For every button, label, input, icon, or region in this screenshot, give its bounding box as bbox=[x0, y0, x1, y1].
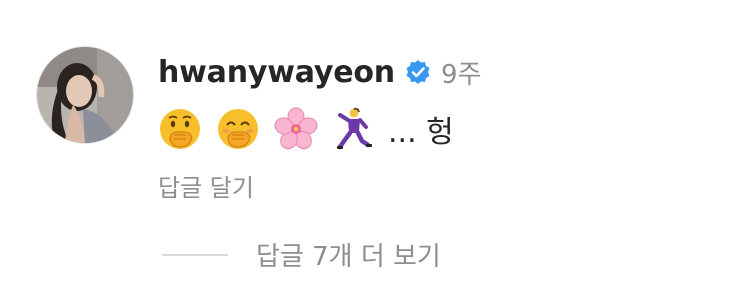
divider-line bbox=[162, 253, 228, 256]
view-more-replies-label: 답글 7개 더 보기 bbox=[256, 242, 441, 272]
reply-button[interactable]: 답글 달기 bbox=[158, 168, 254, 203]
comment: hwanywayeon 9주 ... 헝 답글 달기 답글 7개 더 보기 bbox=[0, 0, 738, 296]
profile-photo bbox=[37, 47, 133, 143]
comment-text: ... 헝 bbox=[388, 115, 454, 150]
comment-body: ... 헝 bbox=[158, 104, 454, 154]
dancing-man-icon bbox=[332, 107, 376, 151]
comment-header: hwanywayeon 9주 bbox=[158, 52, 481, 92]
username[interactable]: hwanywayeon bbox=[158, 55, 395, 90]
verified-badge-icon bbox=[405, 59, 431, 85]
comment-timestamp: 9주 bbox=[440, 59, 482, 90]
avatar[interactable] bbox=[36, 46, 134, 144]
cherry-blossom-icon bbox=[274, 107, 318, 151]
smiling-face-with-hand-over-mouth-icon bbox=[216, 107, 260, 151]
face-with-hand-over-mouth-icon bbox=[158, 107, 202, 151]
view-more-replies-button[interactable]: 답글 7개 더 보기 bbox=[162, 236, 441, 273]
